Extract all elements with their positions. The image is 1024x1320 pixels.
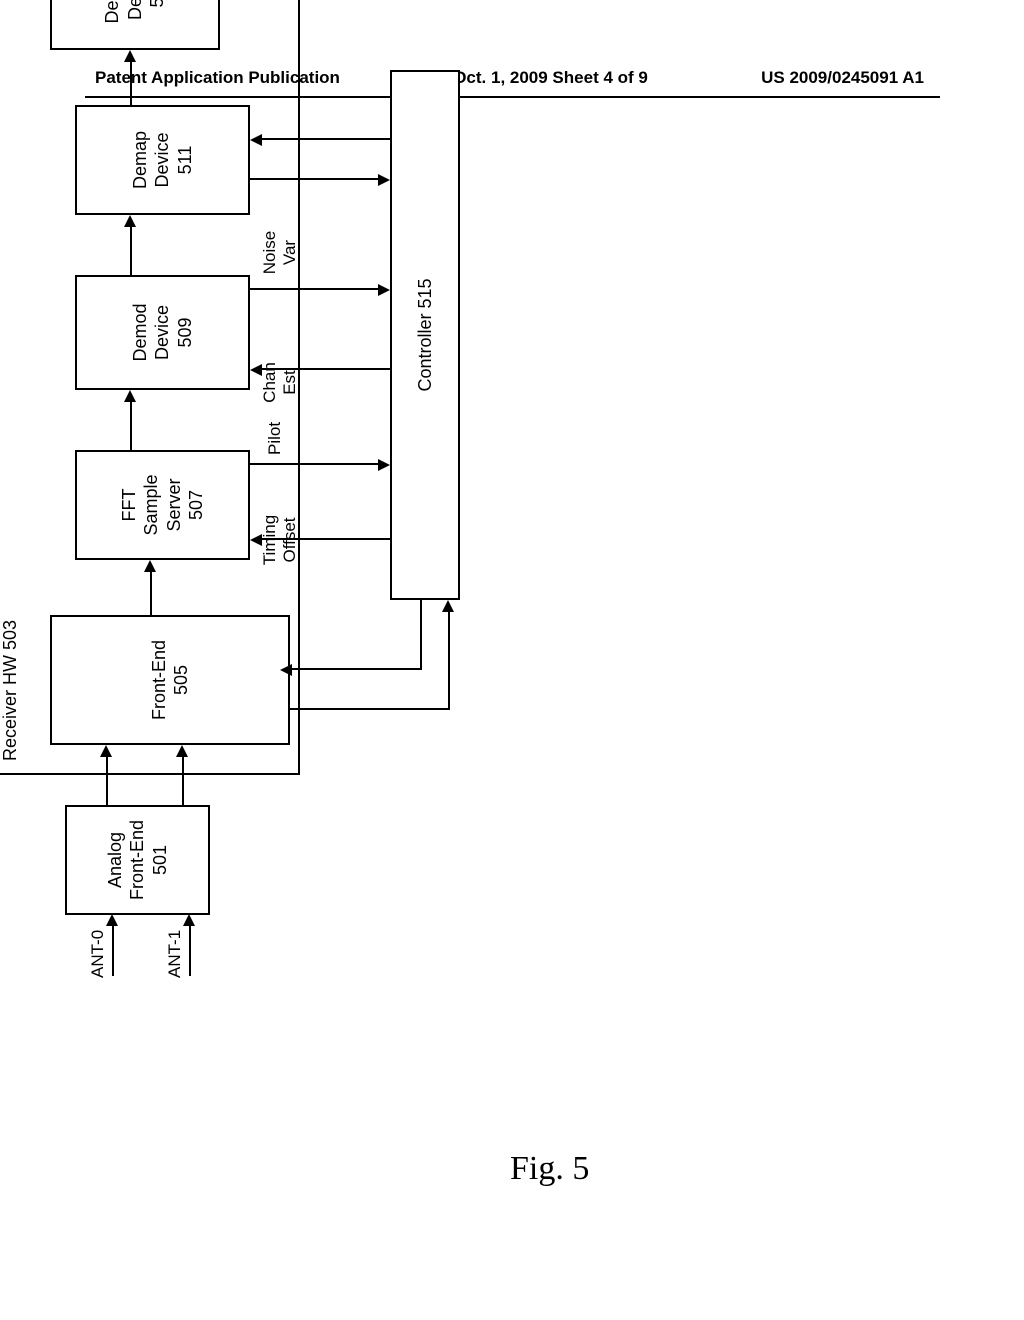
analog-front-end-block: Analog Front-End 501 bbox=[65, 805, 210, 915]
decode-device-block: Decode Device 513 bbox=[50, 0, 220, 50]
figure-caption: Fig. 5 bbox=[510, 1150, 589, 1188]
demap-device-block: Demap Device 511 bbox=[75, 105, 250, 215]
noise-var-label: Noise Var bbox=[260, 225, 299, 280]
demod-device-block: Demod Device 509 bbox=[75, 275, 250, 390]
fft-sample-server-block: FFT Sample Server 507 bbox=[75, 450, 250, 560]
timing-offset-label: Timing Offset bbox=[260, 505, 299, 575]
figure-area: Receiver HW 503 Analog Front-End 501 Fro… bbox=[110, 140, 910, 1240]
ant-1-label: ANT-1 bbox=[165, 930, 185, 978]
pilot-label: Pilot bbox=[265, 422, 285, 455]
controller-block: Controller 515 bbox=[390, 70, 460, 600]
chan-est-label: Chan Est bbox=[260, 355, 299, 410]
front-end-block: Front-End 505 bbox=[50, 615, 290, 745]
block-diagram: Receiver HW 503 Analog Front-End 501 Fro… bbox=[0, 0, 660, 970]
ant-0-label: ANT-0 bbox=[88, 930, 108, 978]
header-right: US 2009/0245091 A1 bbox=[761, 68, 924, 88]
receiver-hw-label: Receiver HW 503 bbox=[0, 616, 21, 765]
